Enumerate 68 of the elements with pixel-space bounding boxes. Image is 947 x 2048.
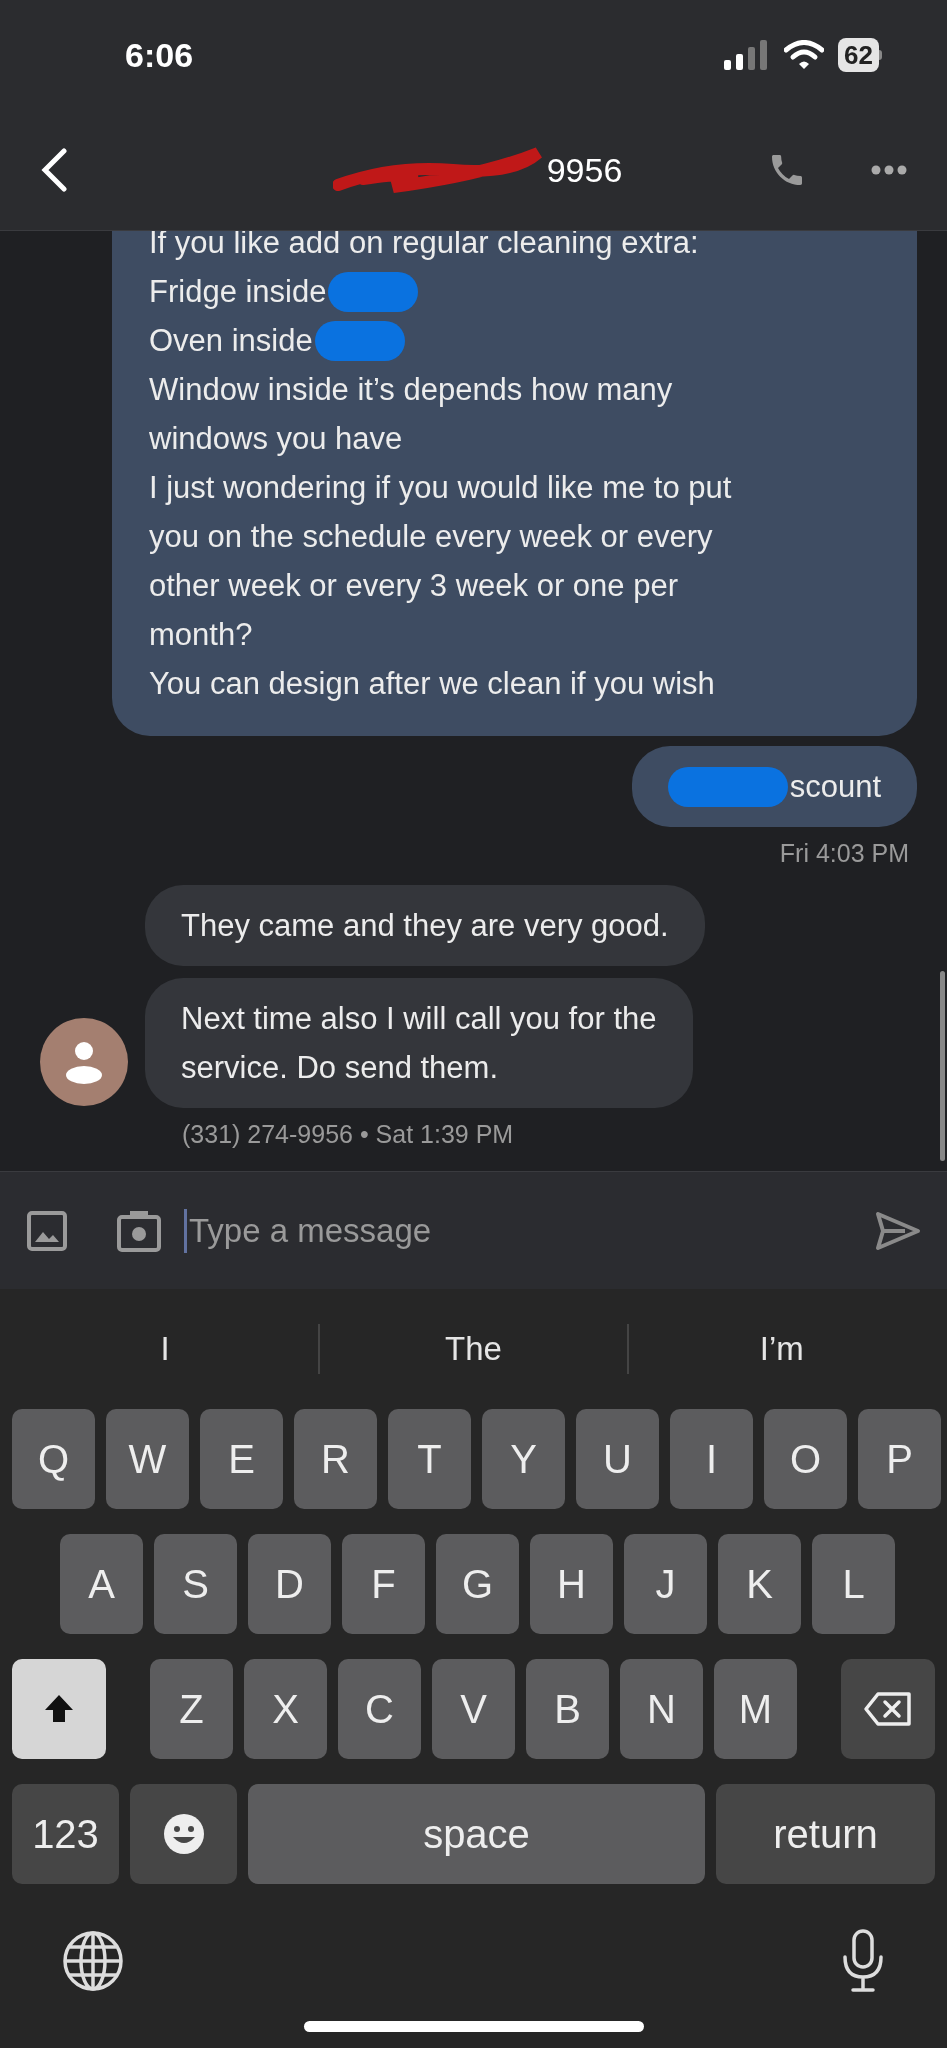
message-text: You can design after we clean if you wish (149, 665, 715, 703)
key[interactable]: N (620, 1659, 703, 1759)
smiley-icon (161, 1812, 206, 1856)
shift-key[interactable] (12, 1659, 106, 1759)
key[interactable]: C (338, 1659, 421, 1759)
message-text: Window inside it’s depends how many (149, 371, 673, 409)
message-text: Oven inside (149, 322, 313, 360)
key[interactable]: I (670, 1409, 753, 1509)
message-text: month? (149, 616, 253, 654)
return-key[interactable]: return (716, 1784, 935, 1884)
suggestion[interactable]: The (320, 1289, 627, 1409)
message-text: They came and they are very good. (181, 906, 669, 945)
key[interactable]: Y (482, 1409, 565, 1509)
wifi-icon (784, 40, 825, 70)
message-text: windows you have (149, 420, 403, 458)
key[interactable]: A (60, 1534, 143, 1634)
emoji-key[interactable] (130, 1784, 237, 1884)
key[interactable]: K (718, 1534, 801, 1634)
key[interactable]: Z (150, 1659, 233, 1759)
message-text: Fridge inside (149, 273, 327, 311)
message-text: If you like add on regular cleaning extra: (149, 231, 699, 262)
message-meta: Fri 4:03 PM (779, 838, 910, 869)
battery-level: 62 (838, 38, 879, 72)
battery-tip (879, 50, 882, 60)
backspace-key[interactable] (841, 1659, 935, 1759)
camera-icon[interactable] (116, 1208, 162, 1253)
key[interactable]: H (530, 1534, 613, 1634)
key[interactable]: M (714, 1659, 797, 1759)
backspace-icon (863, 1691, 913, 1727)
message-text: other week or every 3 week or one per (149, 567, 678, 605)
suggestion[interactable]: I (12, 1289, 319, 1409)
key[interactable]: J (624, 1534, 707, 1634)
key[interactable]: S (154, 1534, 237, 1634)
message-text: I just wondering if you would like me to put (149, 469, 732, 507)
send-icon[interactable] (875, 1210, 921, 1251)
contact-title: 9956 (546, 149, 623, 191)
numbers-key[interactable]: 123 (12, 1784, 119, 1884)
key[interactable]: X (244, 1659, 327, 1759)
microphone-icon[interactable] (841, 1929, 885, 1993)
key[interactable]: E (200, 1409, 283, 1509)
key[interactable]: T (388, 1409, 471, 1509)
suggestion[interactable]: I’m (628, 1289, 935, 1409)
key[interactable]: W (106, 1409, 189, 1509)
key[interactable]: R (294, 1409, 377, 1509)
key[interactable]: P (858, 1409, 941, 1509)
status-time: 6:06 (125, 34, 194, 76)
message-meta: (331) 274-9956 • Sat 1:39 PM (181, 1118, 515, 1150)
back-icon[interactable] (40, 148, 68, 192)
message-text: Next time also I will call you for the (181, 999, 657, 1038)
space-key[interactable]: space (248, 1784, 705, 1884)
key[interactable]: G (436, 1534, 519, 1634)
message-text: scount (789, 768, 881, 806)
key[interactable]: U (576, 1409, 659, 1509)
globe-icon[interactable] (62, 1930, 124, 1992)
key[interactable]: Q (12, 1409, 95, 1509)
key[interactable]: V (432, 1659, 515, 1759)
key[interactable]: F (342, 1534, 425, 1634)
more-icon[interactable] (871, 165, 907, 175)
key[interactable]: O (764, 1409, 847, 1509)
message-text: service. Do send them. (181, 1048, 499, 1087)
key[interactable]: B (526, 1659, 609, 1759)
message-field[interactable]: Type a message (189, 1205, 875, 1256)
key[interactable]: D (248, 1534, 331, 1634)
message-text: you on the schedule every week or every (149, 518, 713, 556)
key[interactable]: L (812, 1534, 895, 1634)
image-icon[interactable] (26, 1209, 68, 1252)
compose-bar[interactable]: Type a message (0, 1171, 947, 1289)
text-cursor (184, 1208, 187, 1253)
